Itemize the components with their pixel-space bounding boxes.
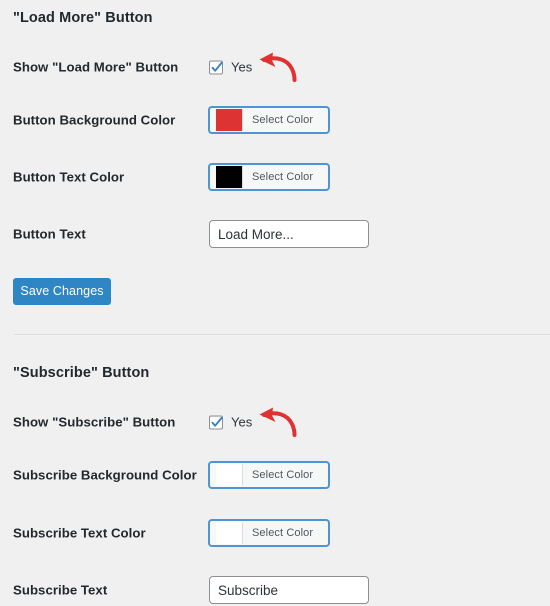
field-button-text <box>209 220 369 248</box>
row-subscribe-text: Subscribe Text <box>0 575 550 605</box>
button-background-color-picker[interactable]: Select Color <box>209 107 330 133</box>
row-button-text: Button Text <box>0 219 550 249</box>
show-subscribe-checkbox-label: Yes <box>231 414 253 430</box>
check-icon <box>211 61 223 72</box>
field-subscribe-text-color: Select Color <box>209 520 330 546</box>
row-label-subscribe-text-color: Subscribe Text Color <box>13 525 146 541</box>
settings-page: "Load More" Button Show "Load More" Butt… <box>0 0 550 606</box>
field-button-background-color: Select Color <box>209 107 330 133</box>
subscribe-text-color-picker[interactable]: Select Color <box>209 520 330 546</box>
field-show-subscribe: Yes <box>209 415 252 430</box>
section-divider <box>14 334 550 336</box>
save-changes-button[interactable]: Save Changes <box>13 278 111 305</box>
field-subscribe-text <box>209 576 369 604</box>
subscribe-background-color-picker-label: Select Color <box>243 464 323 486</box>
row-show-subscribe: Show "Subscribe" Button Yes <box>0 407 550 437</box>
row-show-load-more: Show "Load More" Button Yes <box>0 52 550 82</box>
row-label-button-background-color: Button Background Color <box>13 112 176 128</box>
subscribe-text-color-swatch <box>216 522 243 544</box>
show-subscribe-checkbox-wrap[interactable]: Yes <box>209 415 252 430</box>
button-text-color-picker-label: Select Color <box>243 166 323 188</box>
row-label-subscribe-text: Subscribe Text <box>13 582 108 598</box>
show-load-more-checkbox[interactable] <box>209 60 223 74</box>
row-label-show-load-more: Show "Load More" Button <box>13 59 179 75</box>
subscribe-text-input[interactable] <box>209 576 369 604</box>
row-label-subscribe-background-color: Subscribe Background Color <box>13 467 197 483</box>
row-label-button-text: Button Text <box>13 226 86 242</box>
button-background-color-swatch <box>216 109 243 131</box>
field-show-load-more: Yes <box>209 60 252 75</box>
subscribe-text-color-picker-label: Select Color <box>243 522 323 544</box>
row-subscribe-background-color: Subscribe Background Color Select Color <box>0 460 550 490</box>
section-heading-subscribe: "Subscribe" Button <box>13 365 150 381</box>
button-text-color-picker[interactable]: Select Color <box>209 164 330 190</box>
button-background-color-picker-label: Select Color <box>243 109 323 131</box>
field-button-text-color: Select Color <box>209 164 330 190</box>
subscribe-background-color-picker[interactable]: Select Color <box>209 462 330 488</box>
section-heading-load-more: "Load More" Button <box>13 10 153 26</box>
button-text-color-swatch <box>216 166 243 188</box>
row-button-background-color: Button Background Color Select Color <box>0 105 550 135</box>
show-subscribe-checkbox[interactable] <box>209 415 223 429</box>
check-icon <box>211 416 223 427</box>
button-text-input[interactable] <box>209 220 369 248</box>
show-load-more-checkbox-wrap[interactable]: Yes <box>209 60 252 75</box>
row-label-show-subscribe: Show "Subscribe" Button <box>13 414 176 430</box>
subscribe-background-color-swatch <box>216 464 243 486</box>
row-label-button-text-color: Button Text Color <box>13 169 125 185</box>
row-subscribe-text-color: Subscribe Text Color Select Color <box>0 518 550 548</box>
field-subscribe-background-color: Select Color <box>209 462 330 488</box>
show-load-more-checkbox-label: Yes <box>231 59 253 75</box>
row-button-text-color: Button Text Color Select Color <box>0 162 550 192</box>
